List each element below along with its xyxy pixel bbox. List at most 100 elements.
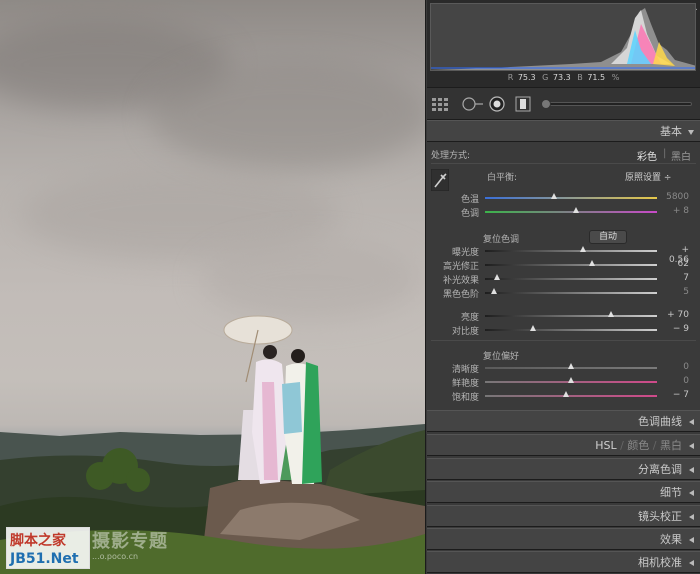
watermark-url: ...o.poco.cn (92, 552, 139, 561)
slider-value-temp[interactable]: 5800 (659, 192, 689, 202)
slider-knob-vibrance[interactable] (568, 377, 574, 383)
b-value: 71.5 (587, 73, 606, 82)
figures (223, 315, 322, 484)
slider-knob-recovery[interactable] (588, 260, 595, 266)
slider-knob-contrast[interactable] (530, 325, 537, 331)
hsl-bw-tab[interactable]: 黑白 (660, 439, 682, 452)
g-label: G (542, 73, 549, 82)
slider-knob-temp[interactable] (550, 193, 557, 199)
percent-unit: % (611, 73, 620, 82)
slider-label-vibrance: 鲜艳度 (451, 379, 479, 389)
slider-track-fill[interactable] (485, 274, 657, 280)
slider-track-brightness[interactable] (485, 311, 657, 317)
histogram-curve (431, 8, 695, 70)
slider-track-blacks[interactable] (485, 288, 657, 294)
collapse-icon (689, 443, 694, 449)
collapse-icon (689, 537, 694, 543)
slider-track-saturation[interactable] (485, 391, 657, 397)
wb-label: 白平衡: (487, 173, 518, 183)
treatment-divider: | (663, 148, 667, 159)
reset-presence-label[interactable]: 复位偏好 (483, 349, 519, 362)
slider-label-saturation: 饱和度 (451, 393, 479, 403)
r-value: 75.3 (517, 73, 536, 82)
collapse-icon (689, 467, 694, 473)
slider-value-saturation[interactable]: − 7 (659, 390, 689, 400)
slider-knob-blacks[interactable] (490, 288, 497, 294)
wb-dropdown[interactable]: 原照设置 ÷ (625, 170, 671, 183)
section-tone-curve-title: 色调曲线 (638, 415, 682, 428)
slider-label-recovery: 高光修正 (442, 262, 479, 272)
hsl-tab[interactable]: HSL (595, 439, 616, 452)
slider-track-temp[interactable] (485, 193, 657, 199)
section-effects-title: 效果 (660, 533, 682, 546)
slider-value-recovery[interactable]: 62 (659, 259, 689, 269)
collapse-icon (689, 419, 694, 425)
section-effects[interactable]: 效果 (427, 528, 700, 550)
section-tone-curve[interactable]: 色调曲线 (427, 410, 700, 432)
section-lens-title: 镜头校正 (638, 510, 682, 523)
slider-track-exposure[interactable] (485, 246, 657, 252)
histogram-graph (430, 3, 696, 71)
section-split-toning-title: 分离色调 (638, 463, 682, 476)
slider-value-tint[interactable]: + 8 (659, 206, 689, 216)
watermark-studio: 摄影专题 (92, 531, 168, 552)
gradient-icon[interactable] (515, 96, 531, 112)
treatment-color-toggle[interactable]: 彩色 (637, 148, 657, 163)
treatment-bw-toggle[interactable]: 黑白 (671, 148, 691, 163)
b-label: B (577, 73, 583, 82)
section-basic-title: 基本 (660, 125, 682, 138)
crop-circle-icon[interactable] (461, 96, 483, 112)
collapse-icon (689, 514, 694, 520)
photo-preview: 脚本之家 JB51.Net 摄影专题 ...o.poco.cn (0, 0, 425, 574)
collapse-icon (689, 490, 694, 496)
auto-tone-button[interactable]: 自动 (589, 230, 627, 244)
eyedropper-icon[interactable] (431, 169, 449, 191)
redeye-icon[interactable] (489, 96, 505, 112)
section-lens-corrections[interactable]: 镜头校正 (427, 505, 700, 527)
section-camera-calibration[interactable]: 相机校准 (427, 551, 700, 573)
section-hsl[interactable]: HSL / 颜色 / 黑白 (427, 434, 700, 456)
slider-label-clarity: 清晰度 (451, 365, 479, 375)
reset-tone-label[interactable]: 复位色调 (483, 232, 519, 245)
slider-knob-brightness[interactable] (607, 311, 614, 317)
slider-label-brightness: 亮度 (460, 313, 479, 323)
slider-value-vibrance[interactable]: 0 (659, 376, 689, 386)
slider-value-contrast[interactable]: − 9 (659, 324, 689, 334)
tool-slider[interactable] (541, 99, 692, 109)
slider-track-clarity[interactable] (485, 363, 657, 369)
slider-knob-exposure[interactable] (580, 246, 587, 252)
slider-value-blacks[interactable]: 5 (659, 287, 689, 297)
expand-icon (688, 130, 694, 135)
slider-label-exposure: 曝光度 (451, 248, 479, 258)
histogram: R 75.3 G 73.3 B 71.5 % (427, 0, 700, 88)
slider-knob-fill[interactable] (494, 274, 501, 280)
slider-knob-saturation[interactable] (562, 391, 569, 397)
watermark-line2: JB51.Net (10, 551, 79, 567)
slider-track-tint[interactable] (485, 207, 657, 213)
tool-slider-knob[interactable] (541, 99, 551, 109)
slider-track-vibrance[interactable] (485, 377, 657, 383)
watermark-line1: 脚本之家 (10, 533, 66, 549)
section-camera-title: 相机校准 (638, 556, 682, 569)
grid-icon[interactable] (432, 96, 448, 112)
collapse-icon (689, 560, 694, 566)
slider-value-fill[interactable]: 7 (659, 273, 689, 283)
r-label: R (507, 73, 514, 82)
slider-value-brightness[interactable]: + 70 (659, 310, 689, 320)
slider-label-contrast: 对比度 (451, 327, 479, 337)
hsl-color-tab[interactable]: 颜色 (627, 439, 649, 452)
develop-panel: R 75.3 G 73.3 B 71.5 % 基本 处理方式: 彩色 | 黑白 … (425, 0, 700, 574)
slider-knob-clarity[interactable] (568, 363, 574, 369)
slider-value-clarity[interactable]: 0 (659, 362, 689, 372)
basic-panel-body: 处理方式: 彩色 | 黑白 白平衡: 原照设置 ÷ 色温 5800 色调 + 8 曝光度… (427, 143, 700, 410)
divider (431, 340, 696, 341)
section-detail-title: 细节 (660, 486, 682, 499)
section-split-toning[interactable]: 分离色调 (427, 458, 700, 480)
slider-label-temp: 色温 (460, 195, 479, 205)
slider-track-contrast[interactable] (485, 325, 657, 331)
treatment-label: 处理方式: (431, 151, 471, 161)
slider-knob-tint[interactable] (573, 207, 580, 213)
slider-track-recovery[interactable] (485, 260, 657, 266)
section-basic[interactable]: 基本 (427, 120, 700, 142)
section-detail[interactable]: 细节 (427, 481, 700, 503)
